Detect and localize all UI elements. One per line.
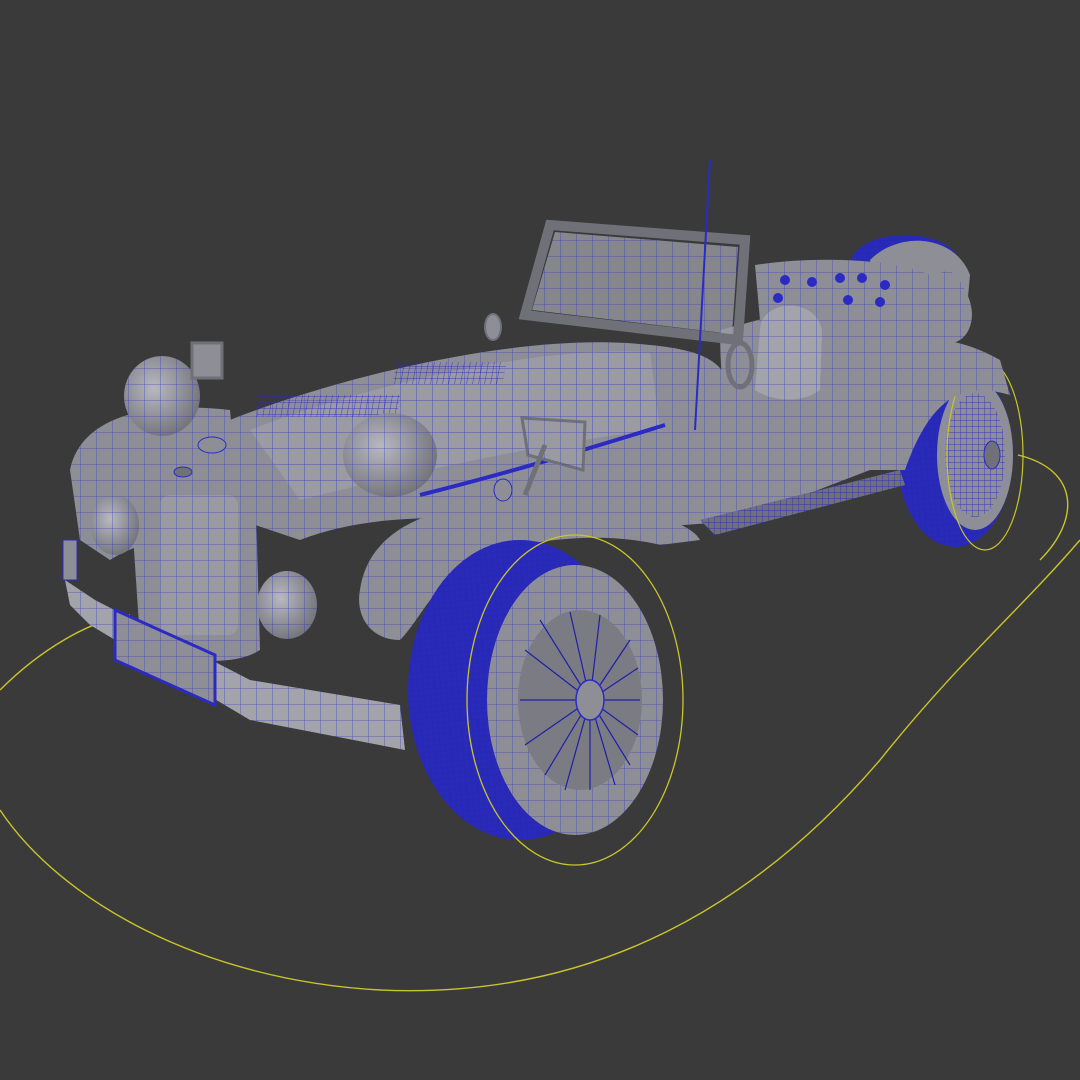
headlamp-right[interactable] [343,413,437,497]
side-mirror-left[interactable] [190,341,224,380]
3d-viewport[interactable] [0,0,1080,1080]
windscreen[interactable] [518,219,751,346]
viewport-canvas[interactable] [0,0,1080,1080]
fog-lamp-left[interactable] [91,495,139,555]
fog-lamp-right[interactable] [257,571,317,639]
front-wheel[interactable] [408,534,684,866]
headlamp-left[interactable] [124,356,200,436]
